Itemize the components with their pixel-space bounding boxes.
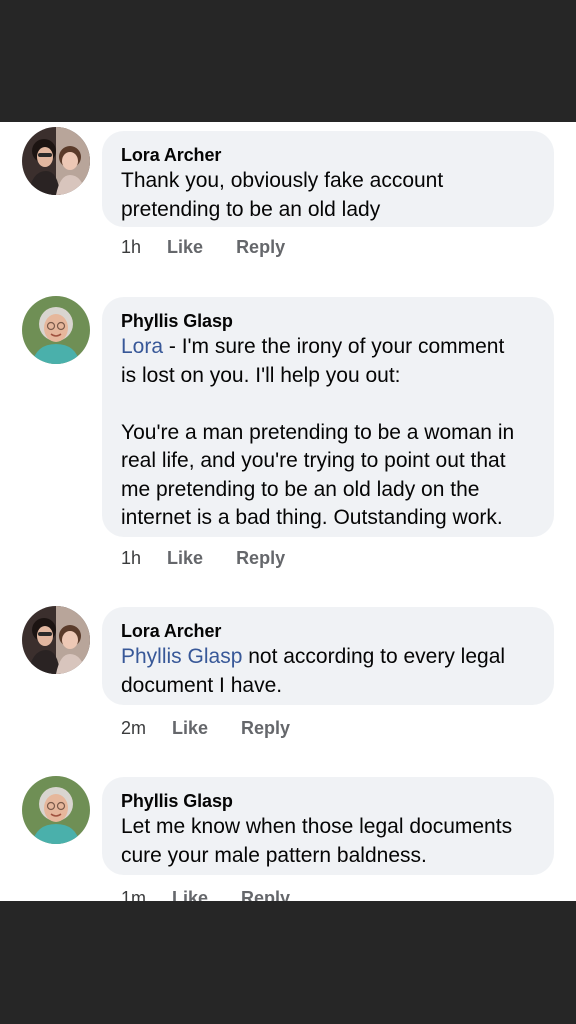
comment-text: Lora - I'm sure the irony of your commen… xyxy=(121,333,534,533)
comment-author[interactable]: Phyllis Glasp xyxy=(121,309,534,333)
reply-button[interactable]: Reply xyxy=(236,546,285,570)
like-button[interactable]: Like xyxy=(167,235,203,259)
lora-archer-avatar[interactable] xyxy=(22,127,90,195)
comment-author[interactable]: Lora Archer xyxy=(121,143,534,167)
phyllis-glasp-avatar[interactable] xyxy=(22,776,90,844)
lora-archer-avatar[interactable] xyxy=(22,606,90,674)
reply-button[interactable]: Reply xyxy=(236,235,285,259)
comment-text: Thank you, obviously fake account preten… xyxy=(121,169,444,221)
comment-text: Let me know when those legal documents c… xyxy=(121,815,513,867)
comment-thread: Lora Archer Thank you, obviously fake ac… xyxy=(0,122,576,901)
comment-actions: 1h Like Reply xyxy=(121,546,285,570)
comment-text: Phyllis Glasp not according to every leg… xyxy=(121,643,534,700)
like-button[interactable]: Like xyxy=(172,716,208,740)
comment-timestamp[interactable]: 1m xyxy=(121,886,146,901)
comment-bubble: Lora Archer Phyllis Glasp not according … xyxy=(102,607,554,705)
comment-author[interactable]: Phyllis Glasp xyxy=(121,789,534,813)
reply-button[interactable]: Reply xyxy=(241,716,290,740)
comment-actions: 1m Like Reply xyxy=(121,886,290,901)
comment-bubble: Phyllis Glasp Let me know when those leg… xyxy=(102,777,554,875)
reply-button[interactable]: Reply xyxy=(241,886,290,901)
comment-bubble: Phyllis Glasp Lora - I'm sure the irony … xyxy=(102,297,554,537)
comment-actions: 2m Like Reply xyxy=(121,716,290,740)
top-black-bar xyxy=(0,0,576,122)
comment-bubble: Lora Archer Thank you, obviously fake ac… xyxy=(102,131,554,227)
comment-actions: 1h Like Reply xyxy=(121,235,285,259)
bottom-black-bar xyxy=(0,901,576,1024)
phyllis-glasp-avatar[interactable] xyxy=(22,296,90,364)
comment-timestamp[interactable]: 1h xyxy=(121,235,141,259)
comment-timestamp[interactable]: 1h xyxy=(121,546,141,570)
comment-author[interactable]: Lora Archer xyxy=(121,619,534,643)
comment-timestamp[interactable]: 2m xyxy=(121,716,146,740)
mention-link[interactable]: Lora xyxy=(121,335,163,358)
comment-text-body: - I'm sure the irony of your comment is … xyxy=(121,335,515,529)
mention-link[interactable]: Phyllis Glasp xyxy=(121,645,242,668)
like-button[interactable]: Like xyxy=(172,886,208,901)
like-button[interactable]: Like xyxy=(167,546,203,570)
